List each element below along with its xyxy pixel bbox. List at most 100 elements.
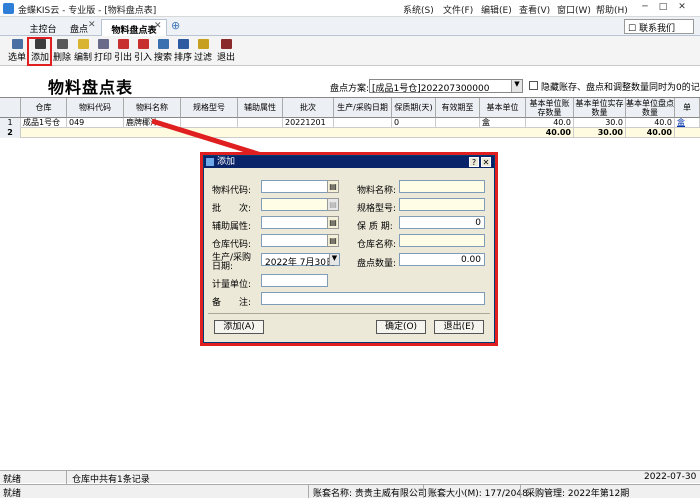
toolbar-label: 搜索 xyxy=(153,53,172,63)
col-header[interactable]: 保质期(天) xyxy=(392,98,436,118)
row-number-header xyxy=(0,98,21,118)
info-bar: 就绪 账套名称: 贵贵主威有限公司 账套大小(M): 177/2048 采购管理… xyxy=(0,484,700,499)
menu-view[interactable]: 查看(V) xyxy=(519,3,550,16)
close-tab-icon[interactable]: ✕ xyxy=(154,21,162,31)
col-header[interactable]: 基本单位 xyxy=(480,98,526,118)
minimize-icon[interactable]: ─ xyxy=(638,2,652,14)
menu-help[interactable]: 帮助(H) xyxy=(596,3,628,16)
dialog-add-button[interactable]: 添加(A) xyxy=(214,320,264,334)
warehouse-name-field xyxy=(399,234,485,247)
sort-button[interactable]: 排序 xyxy=(173,38,193,65)
col-header[interactable]: 单 xyxy=(675,98,700,118)
note-input[interactable] xyxy=(261,292,485,305)
cell-warehouse[interactable]: 成品1号仓 xyxy=(21,118,67,128)
search-button[interactable]: 搜索 xyxy=(153,38,173,65)
col-header[interactable]: 生产/采购日期 xyxy=(334,98,392,118)
filter-button[interactable]: 过滤 xyxy=(193,38,213,65)
maximize-icon[interactable]: □ xyxy=(656,2,670,14)
hide-zero-label: 隐藏账存、盘点和调整数量同时为0的记录; xyxy=(541,83,700,93)
unit-input[interactable] xyxy=(261,274,328,287)
export-icon xyxy=(117,39,129,49)
close-icon[interactable]: ✕ xyxy=(481,157,491,167)
tab-label: 主控台 xyxy=(29,25,57,35)
hide-zero-checkbox[interactable] xyxy=(529,81,538,90)
menu-file[interactable]: 文件(F) xyxy=(443,3,473,16)
col-header[interactable]: 规格型号 xyxy=(181,98,238,118)
cell-shelf-life[interactable]: 0 xyxy=(392,118,436,128)
filter-icon xyxy=(197,39,209,49)
col-header[interactable]: 仓库 xyxy=(21,98,67,118)
cell-unit[interactable]: 盒 xyxy=(480,118,526,128)
menu-window[interactable]: 窗口(W) xyxy=(557,3,591,16)
select-bill-button[interactable]: 选单 xyxy=(7,38,27,65)
col-header[interactable]: 基本单位盘点数量 xyxy=(626,98,675,118)
close-icon[interactable]: ✕ xyxy=(675,2,689,14)
purchase-period: 采购管理: 2022年第12期 xyxy=(526,489,630,499)
aux-attr-input[interactable] xyxy=(261,216,328,229)
col-header[interactable]: 辅助属性 xyxy=(238,98,283,118)
lookup-icon[interactable]: ▤ xyxy=(327,216,339,229)
col-header[interactable]: 基本单位实存数量 xyxy=(574,98,626,118)
batch-input[interactable] xyxy=(261,198,328,211)
exit-icon xyxy=(220,39,232,49)
col-header[interactable]: 批次 xyxy=(283,98,334,118)
cell-book-qty[interactable]: 40.0 xyxy=(526,118,574,128)
chevron-down-icon[interactable]: ▼ xyxy=(511,80,522,92)
cell-unit-link[interactable]: 盒 xyxy=(675,118,700,128)
cell-expiry[interactable] xyxy=(436,118,480,128)
cell-material-code[interactable]: 049 xyxy=(67,118,124,128)
count-qty-input[interactable]: 0.00 xyxy=(399,253,485,266)
spec-field xyxy=(399,198,485,211)
help-icon[interactable]: ? xyxy=(469,157,479,167)
scheme-select[interactable]: [成品1号仓]202207300000 ▼ xyxy=(369,79,523,94)
toolbar-label: 编制 xyxy=(73,53,92,63)
shelf-life-input[interactable]: 0 xyxy=(399,216,485,229)
menu-system[interactable]: 系统(S) xyxy=(403,3,434,16)
dialog-title-bar: 添加 ? ✕ xyxy=(204,156,494,168)
edit-icon xyxy=(77,39,89,49)
account-name: 账套名称: 贵贵主威有限公司 xyxy=(313,489,427,499)
cell-count-qty[interactable]: 40.0 xyxy=(626,118,675,128)
col-header[interactable]: 物料名称 xyxy=(124,98,181,118)
toolbar-label: 引入 xyxy=(133,53,152,63)
date-picker[interactable]: 2022年 7月30日 ▼ xyxy=(261,253,340,268)
cell-total-actual-qty: 30.00 xyxy=(574,128,626,138)
close-tab-icon[interactable]: ✕ xyxy=(88,20,96,30)
lookup-icon[interactable]: ▤ xyxy=(327,180,339,193)
chevron-down-icon[interactable]: ▼ xyxy=(329,254,339,265)
lookup-icon[interactable]: ▤ xyxy=(327,234,339,247)
count-qty-label: 盘点数量: xyxy=(357,259,397,269)
cell-actual-qty[interactable]: 30.0 xyxy=(574,118,626,128)
dialog-exit-button[interactable]: 退出(E) xyxy=(434,320,484,334)
warehouse-code-input[interactable] xyxy=(261,234,328,247)
toolbar-label: 排序 xyxy=(173,53,192,63)
menu-edit[interactable]: 编辑(E) xyxy=(481,3,512,16)
delete-button[interactable]: 删除 xyxy=(52,38,72,65)
tab-bar: 主控台 盘点 ✕ 物料盘点表 ✕ ⊕ xyxy=(0,17,700,36)
material-code-input[interactable] xyxy=(261,180,328,193)
import-icon xyxy=(137,39,149,49)
shelf-life-label: 保 质 期: xyxy=(357,222,393,232)
cell-total-book-qty: 40.00 xyxy=(526,128,574,138)
print-button[interactable]: 打印 xyxy=(93,38,113,65)
col-header[interactable]: 有效期至 xyxy=(436,98,480,118)
toolbar-label: 过滤 xyxy=(193,53,212,63)
contact-us-button[interactable]: ☐ 联系我们 xyxy=(624,19,694,34)
sort-icon xyxy=(177,39,189,49)
status-separator xyxy=(308,485,309,498)
tab-console[interactable]: 主控台 xyxy=(26,19,60,36)
contact-label: 联系我们 xyxy=(638,24,675,34)
scheme-value: [成品1号仓]202207300000 xyxy=(372,84,490,94)
export-button[interactable]: 引出 xyxy=(113,38,133,65)
toolbar-label: 退出 xyxy=(216,53,235,63)
exit-button[interactable]: 退出 xyxy=(216,38,236,65)
search-icon xyxy=(157,39,169,49)
edit-button[interactable]: 编制 xyxy=(73,38,93,65)
add-tab-icon[interactable]: ⊕ xyxy=(171,19,180,32)
import-button[interactable]: 引入 xyxy=(133,38,153,65)
col-header[interactable]: 物料代码 xyxy=(67,98,124,118)
warehouse-name-label: 仓库名称: xyxy=(357,240,397,250)
ok-button[interactable]: 确定(O) xyxy=(376,320,426,334)
toolbar: 选单 添加 删除 编制 打印 引出 引入 搜索 排序 过滤 退出 xyxy=(0,36,700,66)
col-header[interactable]: 基本单位账存数量 xyxy=(526,98,574,118)
